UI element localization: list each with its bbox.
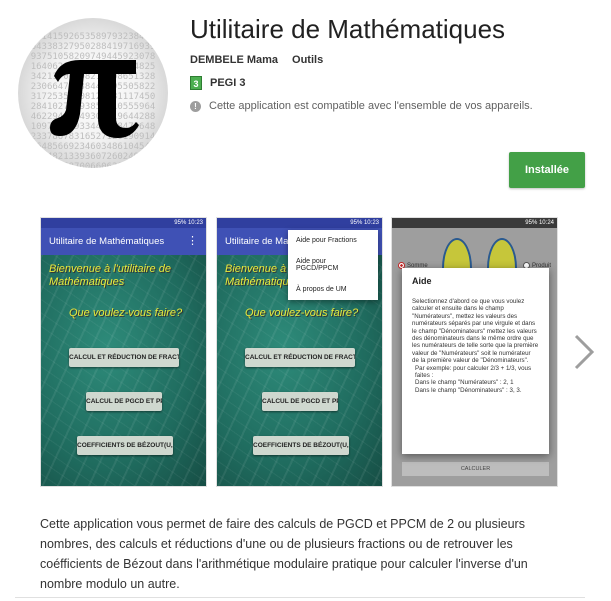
bezout-button: COEFFICIENTS DE BÉZOUT(U, V) [77, 436, 173, 455]
screenshot-3[interactable]: 95% 10:24 Somme Produit CALCULER Aide Se… [391, 217, 558, 487]
app-description: Cette application vous permet de faire d… [40, 517, 528, 591]
app-bar: Utilitaire de Mathématiques ⋮ [41, 228, 206, 255]
dialog-body: Selectionnez d'abord ce que vous voulez … [412, 298, 539, 394]
overflow-menu-icon: ⋮ [187, 235, 198, 247]
pi-icon [50, 60, 139, 138]
developer-link[interactable]: DEMBELE Mama [190, 54, 278, 66]
dialog-example: Par exemple: pour calculer 2/3 + 1/3, vo… [415, 364, 532, 380]
status-bar: 95% 10:23 [217, 218, 382, 228]
question-text: Que voulez-vous faire? [245, 307, 359, 319]
help-dialog: Aide Selectionnez d'abord ce que vous vo… [402, 268, 549, 454]
dialog-example-numerators: Dans le champ "Numérateurs" : 2, 1 [415, 379, 514, 387]
app-bar-title: Utilitaire de Mathématiques [49, 236, 165, 247]
screenshot-2[interactable]: 95% 10:23 Utilitaire de Mathématiques Bi… [216, 217, 383, 487]
dialog-title: Aide [412, 276, 432, 286]
status-bar: 95% 10:23 [41, 218, 206, 228]
divider [15, 597, 585, 598]
app-title: Utilitaire de Mathématiques [190, 14, 506, 44]
pegi-label: PEGI 3 [210, 77, 246, 89]
calculer-button: CALCULER [402, 462, 549, 476]
chevron-right-icon[interactable] [568, 332, 598, 372]
chalkboard-background: Bienvenue à l'utilitaire de Mathématique… [41, 255, 206, 486]
welcome-text: Bienvenue à l'utilitaire de Mathématique… [49, 263, 171, 288]
dialog-text: Selectionnez d'abord ce que vous voulez … [412, 298, 539, 365]
bezout-button: COEFFICIENTS DE BÉZOUT(U, V) [253, 436, 349, 455]
compatibility-row: ! Cette application est compatible avec … [190, 100, 533, 112]
app-icon: 3.14159265358979323846264338327950288419… [18, 18, 168, 168]
info-icon: ! [190, 100, 201, 112]
pgcd-ppcm-button: CALCUL DE PGCD ET PPCM [86, 392, 162, 411]
pegi-rating: 3 PEGI 3 [190, 76, 245, 90]
compatibility-text: Cette application est compatible avec l'… [209, 100, 533, 112]
pgcd-ppcm-button: CALCUL DE PGCD ET PPCM [262, 392, 338, 411]
screenshot-carousel: 95% 10:23 Utilitaire de Mathématiques ⋮ … [40, 217, 560, 487]
installed-button[interactable]: Installée [509, 152, 585, 188]
fractions-button: CALCUL ET RÉDUCTION DE FRACTIONS [69, 348, 179, 367]
app-meta: DEMBELE Mama Outils [190, 54, 323, 66]
menu-item-pgcd-help: Aide pour PGCD/PPCM [296, 258, 339, 272]
menu-item-about: À propos de UM [296, 286, 347, 293]
dialog-example-denominators: Dans le champ "Dénominateurs" : 3, 3. [415, 386, 522, 394]
overflow-menu: Aide pour Fractions Aide pour PGCD/PPCM … [288, 230, 378, 300]
status-bar: 95% 10:24 [392, 218, 557, 228]
question-text: Que voulez-vous faire? [69, 307, 183, 319]
category-link[interactable]: Outils [292, 54, 323, 66]
menu-item-fractions-help: Aide pour Fractions [296, 237, 357, 244]
pegi-icon: 3 [190, 76, 202, 90]
fractions-button: CALCUL ET RÉDUCTION DE FRACTIONS [245, 348, 355, 367]
screenshot-1[interactable]: 95% 10:23 Utilitaire de Mathématiques ⋮ … [40, 217, 207, 487]
